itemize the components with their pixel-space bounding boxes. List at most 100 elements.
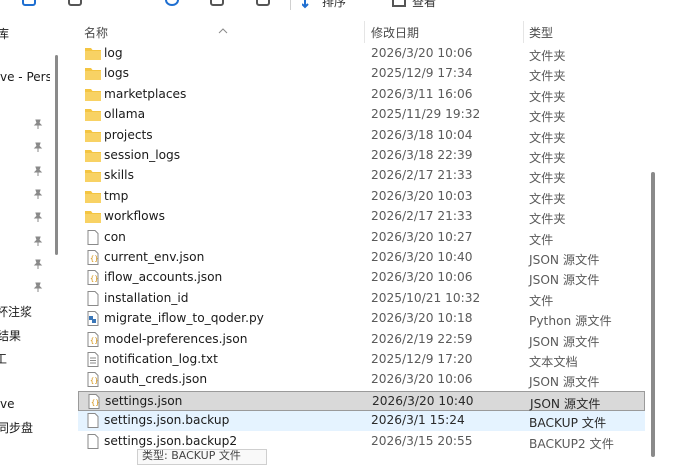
file-name: tmp: [104, 188, 129, 203]
file-name: notification_log.txt: [104, 352, 218, 366]
folder-icon: [85, 46, 101, 61]
file-modified-date: 2026/3/20 10:06: [371, 46, 473, 60]
pin-icon: [33, 259, 43, 269]
file-modified-date: 2026/3/20 10:03: [371, 188, 473, 203]
file-name: installation_id: [104, 290, 189, 305]
folder-icon: [85, 128, 101, 143]
file-type: 文件夹: [529, 171, 566, 186]
file-name: model-preferences.json: [104, 331, 248, 346]
file-type: 文件夹: [529, 49, 566, 63]
rename-icon[interactable]: [210, 0, 224, 6]
file-name: ollama: [104, 107, 146, 122]
file-row[interactable]: {} settings.json 2026/3/20 10:40 JSON 源文件: [78, 390, 645, 411]
file-name: migrate_iflow_to_qoder.py: [104, 311, 264, 326]
svg-text:{}: {}: [90, 337, 98, 345]
sort-ascending-icon: [218, 19, 228, 38]
file-modified-date: 2026/3/20 10:06: [371, 372, 473, 387]
folder-row[interactable]: logs 2025/12/9 17:34 文件夹: [78, 64, 645, 84]
file-row[interactable]: settings.json.backup 2026/3/1 15:24 BACKUP…: [78, 411, 645, 432]
file-icon: [85, 290, 101, 306]
folder-icon: [85, 148, 101, 163]
pin-icon: [33, 119, 43, 129]
toolbar: 排序 查看: [0, 0, 690, 12]
file-type: JSON 源文件: [529, 375, 600, 390]
nav-item-work[interactable]: 工: [0, 350, 7, 367]
folder-icon: [85, 168, 101, 183]
file-name: projects: [104, 127, 153, 142]
pin-icon: [33, 142, 43, 152]
file-name: skills: [104, 168, 134, 183]
file-modified-date: 2026/3/20 10:40: [371, 250, 473, 264]
nav-item-grouting[interactable]: 杯注浆: [0, 303, 32, 320]
json-file-icon: {}: [86, 393, 102, 409]
file-modified-date: 2026/2/19 22:59: [371, 331, 473, 346]
file-row[interactable]: {} model-preferences.json 2026/2/19 22:59 J…: [78, 330, 645, 350]
file-row[interactable]: migrate_iflow_to_qoder.py 2026/3/20 10:18…: [78, 309, 645, 329]
file-type: BACKUP 文件: [529, 416, 607, 431]
file-modified-date: 2026/3/20 10:40: [372, 393, 474, 408]
view-icon[interactable]: [392, 0, 406, 7]
folder-row[interactable]: tmp 2026/3/20 10:03 文件夹: [78, 187, 645, 207]
file-type: 文件夹: [529, 89, 566, 104]
file-modified-date: 2026/2/17 21:33: [371, 168, 473, 183]
folder-row[interactable]: ollama 2025/11/29 19:32 文件夹: [78, 105, 645, 125]
nav-item-sync-drive[interactable]: 同步盘: [0, 419, 33, 436]
nav-item-library[interactable]: 库: [0, 25, 9, 42]
file-modified-date: 2026/3/18 22:39: [371, 148, 473, 162]
column-header-type[interactable]: 类型: [529, 24, 553, 41]
pin-icon: [33, 282, 43, 292]
file-row[interactable]: {} oauth_creds.json 2026/3/20 10:06 JSON 源文…: [78, 370, 645, 390]
file-row[interactable]: installation_id 2025/10/21 10:32 文件: [78, 289, 645, 309]
folder-row[interactable]: log 2026/3/20 10:06 文件夹: [78, 44, 645, 64]
file-type: 文件夹: [529, 110, 566, 125]
nav-item-drive[interactable]: ve: [0, 397, 14, 411]
file-name: settings.json: [105, 393, 183, 408]
file-row[interactable]: {} iflow_accounts.json 2026/3/20 10:06 JSON…: [78, 268, 645, 288]
column-header-date[interactable]: 修改日期: [371, 24, 419, 41]
text-file-icon: [85, 352, 101, 367]
file-icon: [85, 229, 101, 245]
file-list-scrollbar[interactable]: [651, 172, 655, 457]
folder-row[interactable]: session_logs 2026/3/18 22:39 文件夹: [78, 146, 645, 166]
file-modified-date: 2026/3/20 10:18: [371, 311, 473, 326]
file-row[interactable]: con 2026/3/20 10:27 文件: [78, 228, 645, 248]
file-type: BACKUP2 文件: [529, 436, 614, 451]
file-type: 文件夹: [529, 191, 566, 206]
new-folder-icon[interactable]: [22, 0, 36, 6]
pin-icon: [33, 212, 43, 222]
file-name: iflow_accounts.json: [104, 270, 223, 285]
nav-scrollbar[interactable]: [55, 55, 58, 255]
file-name: session_logs: [104, 148, 181, 162]
sort-icon[interactable]: [301, 0, 316, 9]
nav-item-results[interactable]: 结果: [0, 327, 21, 344]
folder-icon: [85, 189, 101, 204]
folder-row[interactable]: skills 2026/2/17 21:33 文件夹: [78, 166, 645, 186]
toolbar-divider: [290, 0, 291, 10]
nav-item-onedrive-personal[interactable]: ve - Perso: [0, 70, 50, 84]
copy-icon[interactable]: [68, 0, 82, 6]
column-divider[interactable]: [523, 21, 524, 43]
json-file-icon: {}: [85, 250, 101, 265]
file-type: JSON 源文件: [529, 334, 600, 349]
tooltip: 类型: BACKUP 文件: [137, 449, 267, 465]
folder-row[interactable]: marketplaces 2026/3/11 16:06 文件夹: [78, 85, 645, 105]
folder-icon: [85, 87, 101, 102]
file-row[interactable]: {} current_env.json 2026/3/20 10:40 JSON 源文…: [78, 248, 645, 268]
file-type: 文件: [529, 293, 554, 308]
folder-row[interactable]: workflows 2026/2/17 21:33 文件夹: [78, 207, 645, 227]
share-icon[interactable]: [165, 0, 179, 6]
folder-icon: [85, 209, 101, 224]
delete-icon[interactable]: [256, 0, 270, 6]
file-row[interactable]: notification_log.txt 2025/12/9 17:20 文本文档: [78, 350, 645, 370]
file-icon: [85, 433, 101, 449]
column-divider[interactable]: [364, 21, 365, 43]
view-button[interactable]: 查看: [412, 0, 436, 10]
sort-button[interactable]: 排序: [322, 0, 346, 10]
column-header-name[interactable]: 名称: [84, 24, 108, 41]
file-name: marketplaces: [104, 86, 187, 101]
column-header-row: 名称 修改日期 类型: [78, 21, 645, 43]
pin-icon: [33, 236, 43, 246]
folder-row[interactable]: projects 2026/3/18 10:04 文件夹: [78, 126, 645, 146]
file-name: log: [104, 46, 123, 60]
file-name: settings.json.backup: [104, 413, 230, 428]
